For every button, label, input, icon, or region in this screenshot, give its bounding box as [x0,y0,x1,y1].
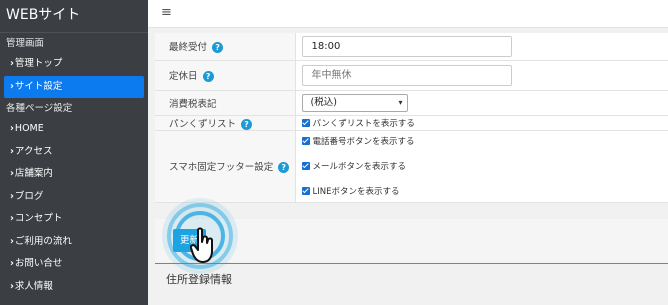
checkbox-checked-icon[interactable] [301,137,310,145]
phone-button-checkbox[interactable]: 電話番号ボタンを表示する [301,135,668,147]
sidebar-item-access[interactable]: ›アクセス [0,141,148,164]
sidebar-item-contact[interactable]: ›お問い合せ [0,253,148,276]
sidebar-item-site-settings[interactable]: ›サイト設定 [4,75,144,98]
checkbox-label: パンくずリストを表示する [312,118,415,129]
tax-select[interactable]: (税込) ▾ [301,93,408,112]
hand-cursor-icon [190,227,213,263]
form-row-tax: 消費税表記 (税込) ▾ [155,90,668,116]
form-label-cell: 消費税表記 [155,90,296,116]
sidebar-item-store-info[interactable]: ›店舗案内 [0,163,148,186]
checkbox-label: メールボタンを表示する [312,162,407,172]
sidebar-item-label: コンセプト [14,213,63,224]
chevron-right-icon: › [10,80,14,92]
sidebar-item-admin-top[interactable]: ›管理トップ [0,53,148,76]
help-icon[interactable]: ? [240,118,252,130]
sidebar-item-flow[interactable]: ›ご利用の流れ [0,231,148,254]
tax-selected-value: (税込) [310,96,337,108]
footer-label: スマホ固定フッター設定 [169,162,274,173]
checkbox-label: LINEボタンを表示する [312,187,400,197]
help-icon[interactable]: ? [212,42,224,54]
settings-form: 最終受付? 18:00 定休日? 年中無休 消費税表記 (税込) ▾ パンくずリス… [155,33,668,203]
top-bar: ≡ [148,0,668,28]
chevron-right-icon: › [10,190,14,202]
checkbox-checked-icon[interactable] [301,187,310,195]
form-value-cell: 年中無休 [295,60,668,91]
form-label-cell: パンくずリスト? [155,115,296,131]
chevron-right-icon: › [10,258,14,269]
form-label-cell: スマホ固定フッター設定? [155,130,296,203]
line-button-checkbox[interactable]: LINEボタンを表示する [301,185,668,197]
form-value-cell: パンくずリストを表示する [295,115,668,131]
mail-button-checkbox[interactable]: メールボタンを表示する [301,160,668,172]
app-title[interactable]: WEBサイト [0,0,148,33]
sidebar-item-home[interactable]: ›HOME [0,118,148,141]
checkbox-checked-icon[interactable] [301,162,310,170]
chevron-right-icon: › [10,145,14,157]
sidebar: WEBサイト 管理画面 ›管理トップ ›サイト設定 各種ページ設定 ›HOME … [0,0,148,305]
last-order-label: 最終受付 [169,42,208,54]
breadcrumb-label: パンくずリスト [169,118,236,130]
form-row-holiday: 定休日? 年中無休 [155,60,668,91]
chevron-right-icon: › [10,58,14,69]
chevron-right-icon: › [10,280,14,292]
sidebar-item-label: お問い合せ [14,258,63,269]
sidebar-item-label: 店舗案内 [14,168,53,179]
chevron-right-icon: › [10,168,14,179]
sidebar-item-recruit[interactable]: ›求人情報 [0,276,148,299]
checkbox-checked-icon[interactable] [301,118,310,127]
form-value-cell: (税込) ▾ [295,90,668,116]
holiday-label: 定休日 [169,71,198,82]
form-row-last-order: 最終受付? 18:00 [155,33,668,61]
form-value-cell: 18:00 [295,33,668,61]
sidebar-section-pages: 各種ページ設定 [6,103,73,114]
help-icon[interactable]: ? [278,162,290,173]
breadcrumb-checkbox[interactable]: パンくずリストを表示する [301,117,668,129]
help-icon[interactable]: ? [202,71,214,82]
sidebar-section-admin: 管理画面 [6,38,45,49]
sidebar-item-label: ご利用の流れ [14,235,72,247]
form-row-breadcrumb: パンくずリスト? パンくずリストを表示する [155,115,668,131]
chevron-right-icon: › [10,213,14,224]
sidebar-item-label: HOME [14,123,44,134]
sidebar-item-label: アクセス [14,145,53,157]
sidebar-item-label: 管理トップ [14,58,63,69]
form-label-cell: 最終受付? [155,33,296,61]
main-content: ≡ 最終受付? 18:00 定休日? 年中無休 消費税表記 (税込) ▾ パンくず… [148,0,668,305]
form-label-cell: 定休日? [155,60,296,91]
tax-label: 消費税表記 [169,98,217,110]
sidebar-item-blog[interactable]: ›ブログ [0,186,148,209]
sidebar-item-label: サイト設定 [14,80,63,92]
chevron-right-icon: › [10,123,14,134]
checkbox-label: 電話番号ボタンを表示する [312,137,415,147]
form-value-cell: 電話番号ボタンを表示する メールボタンを表示する LINEボタンを表示する [295,130,668,203]
sidebar-item-concept[interactable]: ›コンセプト [0,208,148,231]
chevron-right-icon: › [10,235,14,247]
chevron-down-icon: ▾ [398,97,403,107]
sidebar-item-label: 求人情報 [14,280,53,292]
holiday-input[interactable]: 年中無休 [301,64,512,86]
last-order-input[interactable]: 18:00 [301,35,512,57]
hamburger-icon[interactable]: ≡ [161,5,172,20]
sidebar-item-label: ブログ [14,190,44,202]
form-row-footer: スマホ固定フッター設定? 電話番号ボタンを表示する メールボタンを表示する LI… [155,130,668,203]
